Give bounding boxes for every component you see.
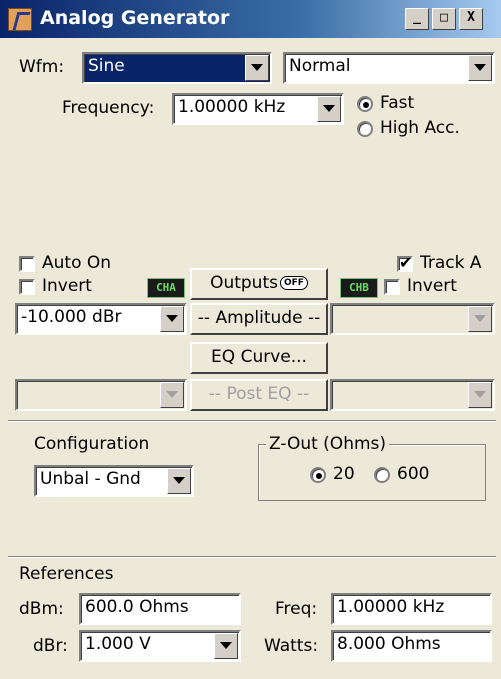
outputs-label: Outputs: [210, 273, 278, 293]
post-eq-label: -- Post EQ --: [208, 384, 310, 404]
freq-value: 1.00000 kHz: [337, 597, 445, 617]
zout-600-label: 600: [397, 464, 430, 484]
invert-b-checkbox[interactable]: [384, 279, 400, 295]
frequency-select[interactable]: 1.00000 kHz: [172, 93, 344, 125]
watts-label: Watts:: [264, 636, 319, 656]
cha-badge: CHA: [147, 278, 185, 298]
amplitude-b-select[interactable]: [330, 303, 495, 335]
track-a-checkbox[interactable]: [397, 253, 413, 272]
configuration-value: Unbal - Gnd: [40, 469, 141, 489]
app-icon: [8, 8, 32, 31]
high-acc-radio[interactable]: [357, 121, 373, 137]
dbm-label: dBm:: [19, 599, 64, 619]
chevron-down-icon[interactable]: [160, 306, 184, 332]
divider: [8, 420, 496, 422]
fast-radio[interactable]: [357, 96, 373, 112]
chb-badge: CHB: [340, 278, 378, 298]
amplitude-a-select[interactable]: -10.000 dBr: [15, 303, 187, 335]
invert-b-label: Invert: [407, 276, 457, 296]
maximize-button[interactable]: □: [432, 8, 456, 30]
track-a-label: Track A: [420, 253, 482, 273]
post-eq-a-select[interactable]: [15, 379, 187, 411]
configuration-label: Configuration: [34, 434, 150, 454]
auto-on-checkbox[interactable]: [19, 256, 35, 272]
dbr-value: 1.000 V: [85, 634, 151, 654]
eq-curve-button[interactable]: EQ Curve...: [190, 342, 328, 374]
zout-600-radio[interactable]: [374, 467, 390, 483]
window-title: Analog Generator: [40, 7, 230, 29]
chevron-down-icon[interactable]: [214, 633, 238, 659]
chevron-down-icon[interactable]: [468, 382, 492, 408]
freq-label: Freq:: [275, 599, 318, 619]
dbr-select[interactable]: 1.000 V: [79, 630, 241, 662]
chevron-down-icon[interactable]: [317, 96, 341, 122]
zout-label: Z-Out (Ohms): [266, 434, 390, 454]
mode-value: Normal: [289, 56, 351, 76]
watts-input[interactable]: 8.000 Ohms: [331, 630, 492, 662]
chevron-down-icon[interactable]: [468, 306, 492, 332]
auto-on-label: Auto On: [42, 253, 112, 273]
dbr-label: dBr:: [33, 636, 68, 656]
dbm-value: 600.0 Ohms: [85, 597, 189, 617]
zout-20-radio[interactable]: [310, 467, 326, 483]
post-eq-button[interactable]: -- Post EQ --: [190, 379, 328, 411]
invert-a-checkbox[interactable]: [19, 279, 35, 295]
post-eq-b-select[interactable]: [330, 379, 495, 411]
chevron-down-icon[interactable]: [167, 468, 191, 494]
invert-a-label: Invert: [42, 276, 92, 296]
freq-input[interactable]: 1.00000 kHz: [331, 593, 492, 625]
high-acc-label: High Acc.: [380, 118, 460, 138]
watts-value: 8.000 Ohms: [337, 634, 441, 654]
dbm-input[interactable]: 600.0 Ohms: [79, 593, 241, 625]
amplitude-a-value: -10.000 dBr: [21, 307, 122, 327]
minimize-button[interactable]: _: [405, 8, 429, 30]
chevron-down-icon[interactable]: [245, 55, 269, 81]
divider: [8, 556, 496, 558]
chevron-down-icon[interactable]: [160, 382, 184, 408]
wfm-label: Wfm:: [19, 57, 65, 77]
frequency-label: Frequency:: [62, 98, 155, 118]
amplitude-button[interactable]: -- Amplitude --: [190, 303, 328, 335]
eq-curve-label: EQ Curve...: [211, 347, 307, 367]
close-button[interactable]: X: [459, 8, 483, 30]
chevron-down-icon[interactable]: [468, 55, 492, 81]
mode-select[interactable]: Normal: [283, 52, 495, 84]
outputs-button[interactable]: Outputs OFF: [190, 268, 328, 300]
references-title: References: [19, 564, 114, 584]
configuration-select[interactable]: Unbal - Gnd: [34, 465, 194, 497]
fast-label: Fast: [380, 93, 415, 113]
amplitude-label: -- Amplitude --: [197, 308, 321, 328]
outputs-off-badge: OFF: [279, 276, 308, 290]
waveform-value: Sine: [88, 56, 125, 76]
waveform-select[interactable]: Sine: [82, 52, 272, 84]
frequency-value: 1.00000 kHz: [178, 97, 286, 117]
zout-20-label: 20: [333, 464, 355, 484]
